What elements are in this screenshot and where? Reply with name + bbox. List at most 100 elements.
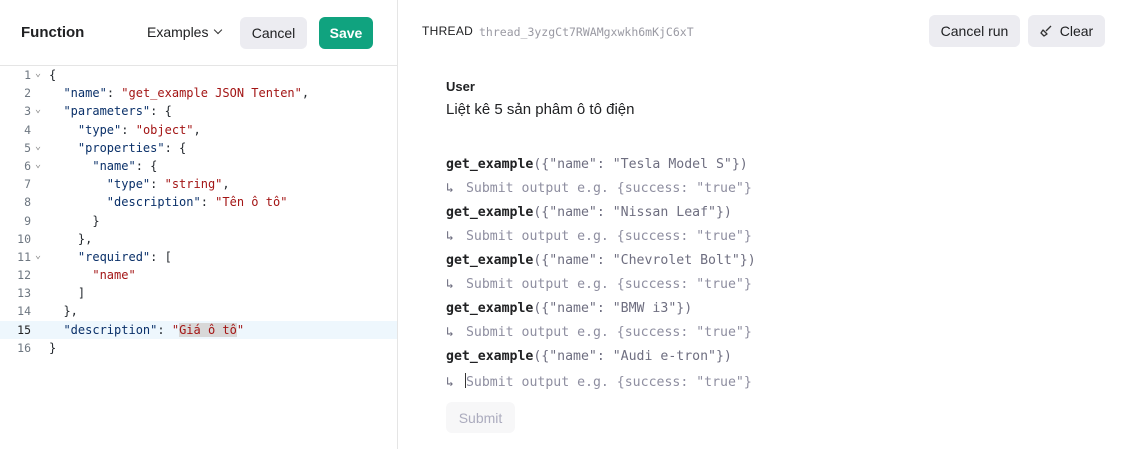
line-number: 12 — [17, 268, 31, 283]
output-placeholder: Submit output e.g. {success: "true"} — [465, 325, 752, 340]
line-number: 7 — [24, 177, 31, 192]
function-args: ({"name": "Nissan Leaf"}) — [533, 205, 732, 220]
fold-chevron-icon[interactable]: ⌄ — [35, 65, 41, 83]
code-line[interactable]: 5 ⌄ "properties": { — [0, 139, 397, 157]
output-input[interactable]: ↳ Submit output e.g. {success: "true"} — [446, 181, 756, 205]
line-number: 6 — [24, 158, 31, 173]
function-call: get_example({"name": "Chevrolet Bolt"}) — [446, 253, 756, 277]
fold-chevron-icon[interactable]: ⌄ — [35, 156, 41, 174]
code-line[interactable]: 3 ⌄ "parameters": { — [0, 102, 397, 120]
examples-label: Examples — [147, 24, 209, 40]
function-call: get_example({"name": "Audi e-tron"}) — [446, 349, 756, 373]
output-placeholder: Submit output e.g. {success: "true"} — [465, 277, 752, 292]
code-line[interactable]: 15 "description": "Giá ô tô" — [0, 320, 397, 339]
output-input[interactable]: ↳ Submit output e.g. {success: "true"} — [446, 325, 756, 349]
code-line[interactable]: 9 } — [0, 212, 397, 230]
code-text: } — [49, 340, 57, 355]
user-message: Liệt kê 5 sản phâm ô tô điện — [446, 101, 635, 118]
line-number: 9 — [24, 213, 31, 228]
thread-id: thread_3yzgCt7RWAMgxwkh6mKjC6xT — [479, 25, 694, 39]
line-number: 13 — [17, 286, 31, 301]
output-placeholder: Submit output e.g. {success: "true"} — [465, 181, 752, 196]
code-text: "name": "get_example JSON Tenten", — [63, 86, 310, 101]
code-line[interactable]: 14 }, — [0, 302, 397, 320]
line-number: 15 — [17, 322, 31, 337]
line-number: 10 — [17, 231, 31, 246]
code-text: "type": "string", — [106, 177, 230, 192]
code-line[interactable]: 4 "type": "object", — [0, 121, 397, 139]
submit-button[interactable]: Submit — [446, 402, 515, 433]
thread-label: THREAD — [422, 24, 474, 38]
function-args: ({"name": "Tesla Model S"}) — [533, 157, 748, 172]
line-number: 5 — [24, 140, 31, 155]
code-line[interactable]: 16} — [0, 339, 397, 357]
function-args: ({"name": "Chevrolet Bolt"}) — [533, 253, 756, 268]
code-text: "name": { — [92, 158, 158, 173]
app: Function Examples Cancel Save 1 ⌄ {2 "name… — [0, 0, 1139, 449]
save-button[interactable]: Save — [319, 17, 373, 49]
line-number: 16 — [17, 340, 31, 355]
code-text: "type": "object", — [77, 122, 201, 137]
return-arrow-icon: ↳ — [446, 375, 454, 390]
fold-chevron-icon[interactable]: ⌄ — [35, 247, 41, 265]
function-name: get_example — [446, 157, 534, 172]
fold-chevron-icon[interactable]: ⌄ — [35, 138, 41, 156]
function-call: get_example({"name": "Nissan Leaf"}) — [446, 205, 756, 229]
function-name: get_example — [446, 253, 534, 268]
function-editor-panel: Function Examples Cancel Save 1 ⌄ {2 "name… — [0, 0, 398, 449]
code-text: { — [49, 68, 57, 82]
examples-dropdown[interactable]: Examples — [147, 24, 223, 40]
code-text: "properties": { — [77, 140, 187, 155]
return-arrow-icon: ↳ — [446, 181, 454, 196]
code-text: "parameters": { — [63, 104, 172, 119]
user-role-label: User — [446, 79, 475, 94]
output-input[interactable]: ↳ Submit output e.g. {success: "true"} — [446, 229, 756, 253]
code-line[interactable]: 13 ] — [0, 284, 397, 302]
line-number: 4 — [24, 122, 31, 137]
clear-label: Clear — [1059, 23, 1094, 39]
cancel-run-button[interactable]: Cancel run — [929, 15, 1020, 47]
function-name: get_example — [446, 205, 534, 220]
cancel-button[interactable]: Cancel — [240, 17, 307, 49]
return-arrow-icon: ↳ — [446, 325, 454, 340]
line-number: 8 — [24, 195, 31, 210]
code-text: "required": [ — [77, 249, 172, 264]
code-line[interactable]: 2 "name": "get_example JSON Tenten", — [0, 84, 397, 102]
output-placeholder: Submit output e.g. {success: "true"} — [465, 229, 752, 244]
chevron-down-icon — [214, 25, 223, 35]
function-calls: get_example({"name": "Tesla Model S"}) ↳ S… — [446, 157, 756, 397]
code-text: "name" — [92, 268, 136, 283]
function-args: ({"name": "Audi e-tron"}) — [533, 349, 732, 364]
code-line[interactable]: 10 }, — [0, 230, 397, 248]
function-name: get_example — [446, 301, 534, 316]
line-number: 1 — [24, 68, 31, 82]
code-line[interactable]: 11 ⌄ "required": [ — [0, 248, 397, 266]
code-text: }, — [49, 231, 93, 246]
line-number: 3 — [24, 104, 31, 119]
output-input[interactable]: ↳ Submit output e.g. {success: "true"} — [446, 277, 756, 301]
json-code-editor[interactable]: 1 ⌄{2 "name": "get_example JSON Tenten", 3… — [0, 66, 397, 357]
return-arrow-icon: ↳ — [446, 277, 454, 292]
code-line[interactable]: 8 "description": "Tên ô tô" — [0, 193, 397, 211]
function-call: get_example({"name": "BMW i3"}) — [446, 301, 756, 325]
code-line[interactable]: 1 ⌄ { — [0, 66, 397, 84]
code-text: "description": "Tên ô tô" — [106, 195, 288, 210]
function-args: ({"name": "BMW i3"}) — [533, 301, 693, 316]
line-number: 11 — [17, 249, 31, 264]
fold-chevron-icon[interactable]: ⌄ — [35, 101, 41, 119]
code-line[interactable]: 6 ⌄ "name": { — [0, 157, 397, 175]
output-placeholder: Submit output e.g. {success: "true"} — [465, 375, 752, 390]
code-line[interactable]: 12 "name" — [0, 266, 397, 284]
clear-button[interactable]: Clear — [1028, 15, 1105, 47]
line-number: 14 — [17, 304, 31, 319]
function-call: get_example({"name": "Tesla Model S"}) — [446, 157, 756, 181]
code-text: }, — [49, 304, 78, 319]
code-line[interactable]: 7 "type": "string", — [0, 175, 397, 193]
output-input[interactable]: ↳ Submit output e.g. {success: "true"} — [446, 373, 756, 397]
code-text: } — [49, 213, 100, 228]
code-text: ] — [49, 286, 86, 301]
broom-icon — [1040, 25, 1052, 37]
return-arrow-icon: ↳ — [446, 229, 454, 244]
function-name: get_example — [446, 349, 534, 364]
code-text: "description": "Giá ô tô" — [63, 322, 245, 337]
